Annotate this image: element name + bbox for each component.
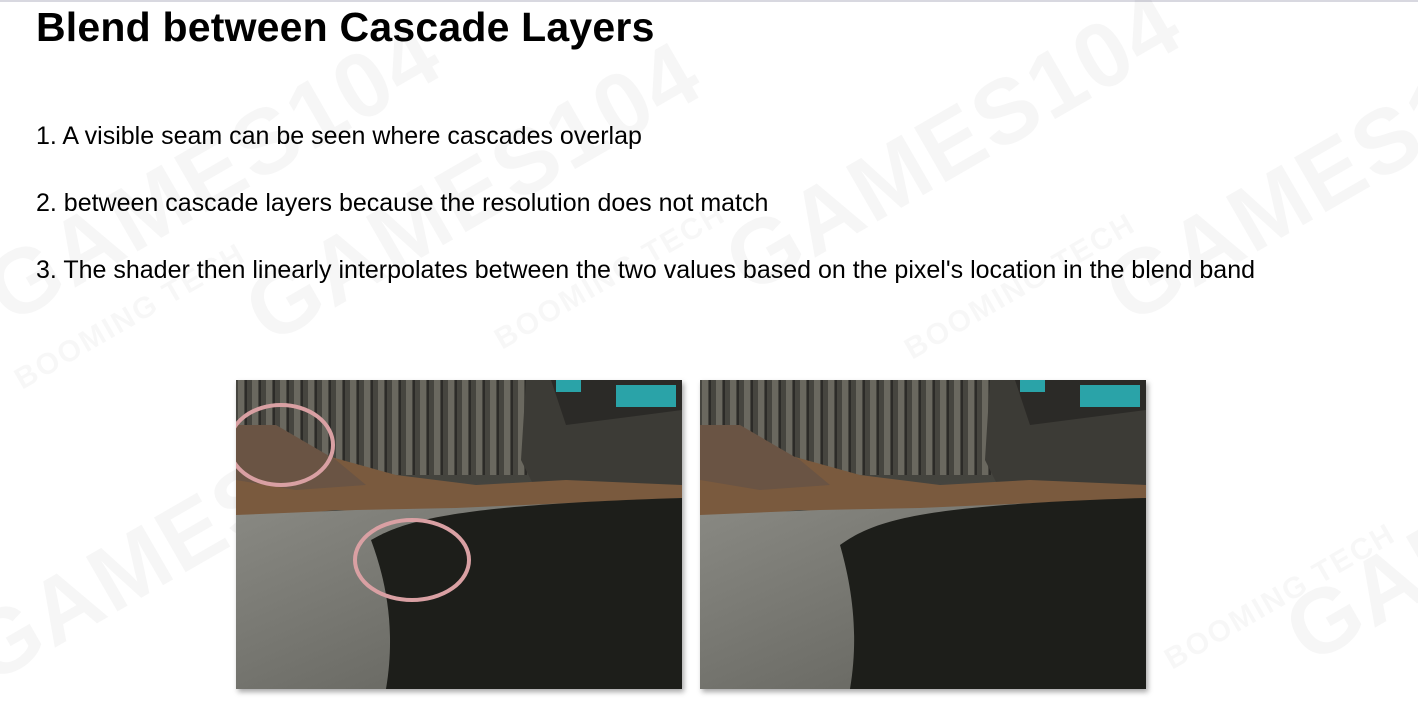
bullet-item: 1. A visible seam can be seen where casc… xyxy=(36,122,642,150)
bullet-item: 2. between cascade layers because the re… xyxy=(36,189,769,217)
bullet-item: 3. The shader then linearly interpolates… xyxy=(36,256,1256,284)
watermark: GAMES104 xyxy=(0,0,459,344)
top-border xyxy=(0,0,1418,2)
screenshot-blended xyxy=(700,380,1146,689)
watermark: GAMES104 xyxy=(1268,340,1418,684)
page-title: Blend between Cascade Layers xyxy=(36,4,655,50)
watermark: BOOMING TECH xyxy=(899,207,1142,367)
screenshot-with-seam xyxy=(236,380,682,689)
watermark: GAMES104 xyxy=(1088,0,1418,344)
watermark: BOOMING TECH xyxy=(1159,517,1402,677)
